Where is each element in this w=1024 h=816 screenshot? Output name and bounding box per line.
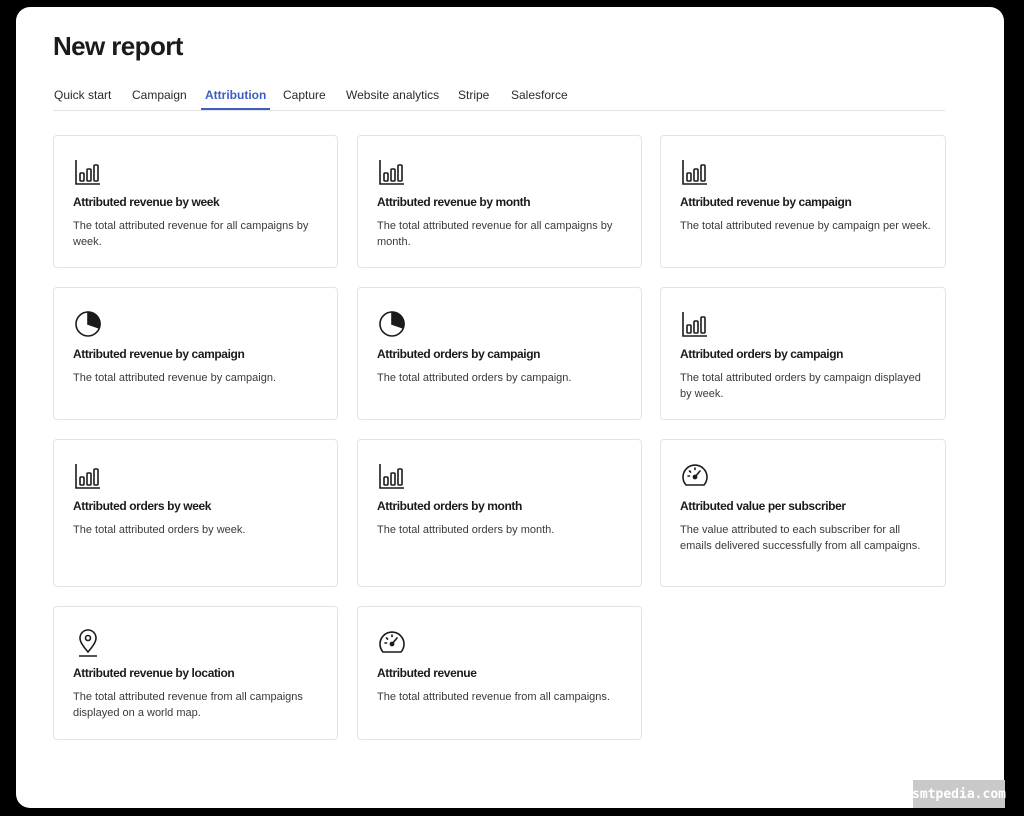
bar-chart-icon (680, 157, 710, 187)
report-card-orders-by-month[interactable]: Attributed orders by month The total att… (357, 439, 642, 587)
report-card-revenue-by-location[interactable]: Attributed revenue by location The total… (53, 606, 338, 740)
tab-salesforce[interactable]: Salesforce (511, 88, 568, 102)
card-description: The total attributed orders by campaign. (377, 372, 572, 384)
tab-quick-start[interactable]: Quick start (54, 88, 111, 102)
tab-stripe[interactable]: Stripe (458, 88, 489, 102)
gauge-icon (680, 461, 710, 491)
pie-chart-icon (73, 309, 103, 339)
location-pin-icon (73, 628, 103, 658)
bar-chart-icon (377, 461, 407, 491)
gauge-icon (377, 628, 407, 658)
card-title: Attributed revenue by campaign (73, 347, 245, 361)
report-card-revenue-total[interactable]: Attributed revenue The total attributed … (357, 606, 642, 740)
report-card-revenue-by-week[interactable]: Attributed revenue by week The total att… (53, 135, 338, 268)
report-card-value-per-subscriber[interactable]: Attributed value per subscriber The valu… (660, 439, 946, 587)
card-title: Attributed orders by week (73, 499, 212, 513)
tab-campaign[interactable]: Campaign (132, 88, 187, 102)
report-card-revenue-by-month[interactable]: Attributed revenue by month The total at… (357, 135, 642, 268)
report-card-orders-by-campaign[interactable]: Attributed orders by campaign The total … (357, 287, 642, 420)
report-card-orders-by-week[interactable]: Attributed orders by week The total attr… (53, 439, 338, 587)
card-description: The value attributed to each subscriber … (680, 524, 921, 552)
card-title: Attributed orders by campaign (680, 347, 844, 361)
card-title: Attributed revenue by location (73, 666, 235, 680)
report-card-orders-by-campaign-weekly[interactable]: Attributed orders by campaign The total … (660, 287, 946, 420)
card-description: The total attributed revenue by campaign… (73, 372, 277, 384)
tab-bar: Quick start Campaign Attribution Capture… (53, 87, 945, 111)
bar-chart-icon (73, 461, 103, 491)
report-card-revenue-by-campaign[interactable]: Attributed revenue by campaign The total… (53, 287, 338, 420)
bar-chart-icon (377, 157, 407, 187)
card-title: Attributed value per subscriber (680, 499, 846, 513)
card-title: Attributed orders by campaign (377, 347, 541, 361)
card-title: Attributed revenue (377, 666, 477, 680)
tab-attribution[interactable]: Attribution (200, 88, 271, 110)
card-description: The total attributed orders by month. (377, 524, 555, 536)
card-description: The total attributed revenue from all ca… (377, 691, 610, 703)
card-description: The total attributed orders by week. (73, 524, 246, 536)
card-description: The total attributed revenue from all ca… (73, 691, 303, 719)
card-description: The total attributed revenue for all cam… (377, 220, 613, 248)
pie-chart-icon (377, 309, 407, 339)
card-title: Attributed orders by month (377, 499, 522, 513)
page-title: New report (53, 31, 183, 61)
card-title: Attributed revenue by campaign (680, 195, 852, 209)
card-title: Attributed revenue by month (377, 195, 531, 209)
report-window: New report Quick start Campaign Attribut… (16, 7, 1004, 808)
card-title: Attributed revenue by week (73, 195, 220, 209)
card-description: The total attributed revenue by campaign… (680, 220, 931, 232)
watermark: smtpedia.com (912, 780, 1006, 808)
card-description: The total attributed orders by campaign … (680, 372, 921, 400)
tab-capture[interactable]: Capture (283, 88, 326, 102)
report-card-revenue-by-campaign-weekly[interactable]: Attributed revenue by campaign The total… (660, 135, 946, 268)
tab-website-analytics[interactable]: Website analytics (346, 88, 439, 102)
card-description: The total attributed revenue for all cam… (73, 220, 309, 248)
bar-chart-icon (73, 157, 103, 187)
bar-chart-icon (680, 309, 710, 339)
